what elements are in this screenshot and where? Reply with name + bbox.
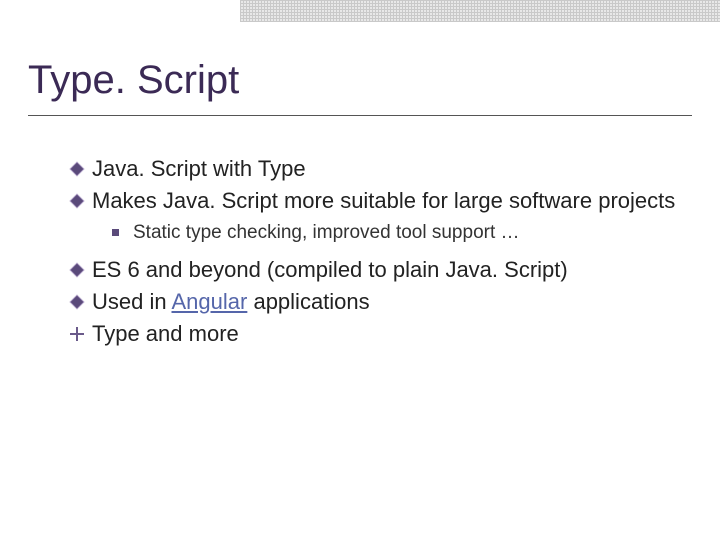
list-item: Makes Java. Script more suitable for lar… (70, 187, 680, 215)
text-pre: Used in (92, 289, 172, 314)
list-item: Java. Script with Type (70, 155, 680, 183)
angular-link[interactable]: Angular (172, 289, 248, 314)
diamond-bullet-icon (70, 194, 85, 209)
content-area: Java. Script with Type Makes Java. Scrip… (70, 155, 680, 352)
list-item-text: ES 6 and beyond (compiled to plain Java.… (92, 256, 568, 284)
text-post: applications (247, 289, 369, 314)
list-item: Type and more (70, 320, 680, 348)
list-item-text: Type and more (92, 320, 239, 348)
square-bullet-icon (112, 229, 119, 236)
diamond-bullet-icon (70, 162, 85, 177)
diamond-bullet-icon (70, 295, 85, 310)
sub-list-item-text: Static type checking, improved tool supp… (133, 221, 520, 246)
title-underline (28, 115, 692, 116)
title-block: Type. Script (28, 58, 692, 116)
list-item-text: Java. Script with Type (92, 155, 306, 183)
diamond-bullet-icon (70, 263, 85, 278)
list-item-text: Makes Java. Script more suitable for lar… (92, 187, 675, 215)
sub-list-item: Static type checking, improved tool supp… (112, 221, 680, 246)
header-stripe (240, 0, 720, 22)
list-item: ES 6 and beyond (compiled to plain Java.… (70, 256, 680, 284)
list-item: Used in Angular applications (70, 288, 680, 316)
list-item-text: Used in Angular applications (92, 288, 370, 316)
slide-title: Type. Script (28, 58, 692, 113)
plus-bullet-icon (70, 327, 84, 341)
